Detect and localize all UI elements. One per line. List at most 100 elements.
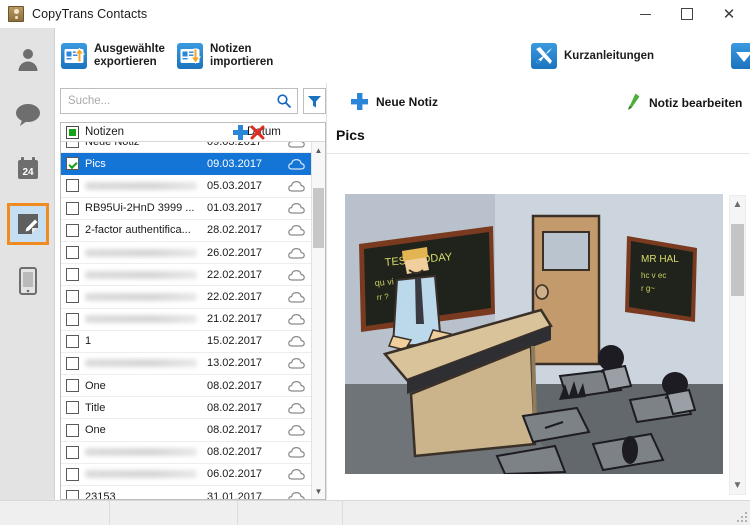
row-checkbox[interactable] [66, 356, 79, 370]
row-checkbox[interactable] [66, 379, 79, 393]
minimize-button[interactable] [624, 0, 666, 28]
detail-scrollbar[interactable]: ▲ ▼ [729, 195, 746, 495]
filter-button[interactable] [303, 88, 326, 114]
funnel-icon [308, 95, 321, 107]
row-note-name: One [85, 379, 106, 392]
table-row[interactable]: 08.02.2017 [61, 442, 311, 464]
table-row[interactable]: 2-factor authentifica... 28.02.2017 [61, 220, 311, 242]
row-note-name: Neue Notiz [85, 142, 207, 148]
search-box[interactable] [60, 88, 298, 114]
list-scroll-thumb[interactable] [313, 188, 324, 248]
table-row[interactable]: 23153 31.01.2017 [61, 486, 311, 499]
svg-text:MR HAL: MR HAL [641, 254, 679, 265]
row-checkbox[interactable] [66, 445, 79, 459]
row-checkbox[interactable] [66, 268, 79, 282]
table-row[interactable]: 05.03.2017 [61, 175, 311, 198]
export-selected-label: Ausgewählte exportieren [94, 43, 165, 68]
row-note-date: 08.02.2017 [207, 401, 263, 414]
sidebar-item-contacts[interactable] [7, 38, 49, 80]
cloud-icon [281, 402, 311, 414]
export-selected-button[interactable]: Ausgewählte exportieren [61, 36, 165, 76]
search-input[interactable] [61, 90, 271, 112]
svg-text:qu vi: qu vi [374, 276, 394, 288]
row-checkbox[interactable] [66, 312, 79, 326]
row-checkbox[interactable] [66, 201, 79, 215]
note-content-area: TEST TODAY qu vi rr ? MR HAL hc v ec r g… [327, 154, 750, 500]
new-note-button[interactable]: Neue Notiz [351, 93, 438, 110]
column-header-title[interactable]: Notizen [85, 126, 247, 138]
maximize-button[interactable] [666, 0, 708, 28]
svg-text:24: 24 [22, 167, 34, 178]
row-note-name [85, 359, 197, 368]
note-detail-actions: Neue Notiz Notiz bearbeiten [327, 83, 750, 128]
detail-scroll-down-arrow[interactable]: ▼ [730, 477, 745, 494]
quick-guides-button[interactable]: Kurzanleitungen [531, 36, 654, 76]
row-checkbox[interactable] [66, 290, 79, 304]
table-row[interactable]: Neue Notiz09.03.2017 [61, 142, 311, 154]
table-row[interactable]: Title 08.02.2017 [61, 397, 311, 420]
row-checkbox[interactable] [66, 179, 79, 193]
edit-note-label: Notiz bearbeiten [649, 95, 743, 110]
table-row[interactable]: One 08.02.2017 [61, 419, 311, 442]
svg-text:hc v ec: hc v ec [641, 271, 666, 280]
close-button[interactable]: ✕ [708, 0, 750, 28]
main-toolbar: Ausgewählte exportieren Notizen importie… [55, 28, 750, 83]
add-note-icon[interactable] [233, 125, 248, 140]
table-row[interactable]: 22.02.2017 [61, 264, 311, 287]
notes-rows[interactable]: Neue Notiz09.03.2017Pics09.03.201705.03.… [61, 142, 311, 499]
note-detail-panel: Neue Notiz Notiz bearbeiten Pics TEST TO… [326, 83, 750, 500]
cloud-icon [281, 491, 311, 499]
sidebar-item-messages[interactable] [7, 93, 49, 135]
cloud-icon [281, 158, 311, 170]
sidebar-rail: 24 [0, 28, 55, 500]
resize-grip[interactable] [737, 512, 747, 522]
row-checkbox[interactable] [66, 467, 79, 481]
row-checkbox[interactable] [66, 223, 79, 237]
cloud-icon [281, 468, 311, 481]
cloud-icon [281, 424, 311, 436]
row-checkbox[interactable] [66, 490, 79, 499]
delete-note-icon[interactable] [250, 125, 265, 140]
magnifier-icon[interactable] [271, 93, 297, 109]
row-checkbox[interactable] [66, 401, 79, 415]
status-cell-2 [110, 501, 238, 525]
table-row[interactable]: 22.02.2017 [61, 286, 311, 309]
table-row[interactable]: 1 15.02.2017 [61, 331, 311, 353]
import-notes-button[interactable]: Notizen importieren [177, 36, 273, 76]
list-scroll-up-arrow[interactable]: ▲ [312, 142, 325, 158]
row-checkbox[interactable] [66, 157, 79, 171]
notes-list: Notizen Datum Neue Notiz09.03.2017Pics09… [60, 122, 326, 500]
table-row[interactable]: Pics 09.03.2017 [61, 153, 311, 176]
row-note-date: 22.02.2017 [207, 268, 263, 281]
sidebar-item-calendar[interactable]: 24 [7, 148, 49, 190]
pencil-icon [628, 93, 640, 110]
select-all-checkbox[interactable] [66, 125, 79, 139]
row-checkbox[interactable] [66, 334, 79, 348]
row-note-name [85, 181, 197, 190]
row-note-date: 28.02.2017 [207, 224, 263, 237]
detail-scroll-thumb[interactable] [731, 224, 744, 296]
sidebar-item-device[interactable] [7, 260, 49, 302]
table-row[interactable]: 13.02.2017 [61, 353, 311, 376]
cloud-icon [281, 313, 311, 325]
table-row[interactable]: 21.02.2017 [61, 309, 311, 331]
table-row[interactable]: RB95Ui-2HnD 3999 ... 01.03.2017 [61, 198, 311, 220]
row-note-name: 2-factor authentifica... [85, 224, 191, 237]
detail-scroll-up-arrow[interactable]: ▲ [730, 196, 745, 213]
chevron-down-icon [731, 43, 750, 69]
window-title: CopyTrans Contacts [32, 7, 148, 21]
sidebar-item-notes[interactable] [7, 203, 49, 245]
note-pencil-icon [18, 214, 39, 234]
list-scroll-down-arrow[interactable]: ▼ [312, 483, 325, 499]
table-row[interactable]: One 08.02.2017 [61, 375, 311, 398]
more-button[interactable]: Mehr [731, 36, 750, 76]
row-checkbox[interactable] [66, 246, 79, 260]
table-row[interactable]: 06.02.2017 [61, 464, 311, 486]
table-row[interactable]: 26.02.2017 [61, 242, 311, 265]
row-checkbox[interactable] [66, 142, 79, 149]
list-scrollbar[interactable]: ▲ ▼ [311, 142, 325, 499]
row-note-date: 13.02.2017 [207, 357, 263, 370]
edit-note-button[interactable]: Notiz bearbeiten [625, 93, 742, 112]
cloud-icon [281, 291, 311, 303]
row-checkbox[interactable] [66, 423, 79, 437]
